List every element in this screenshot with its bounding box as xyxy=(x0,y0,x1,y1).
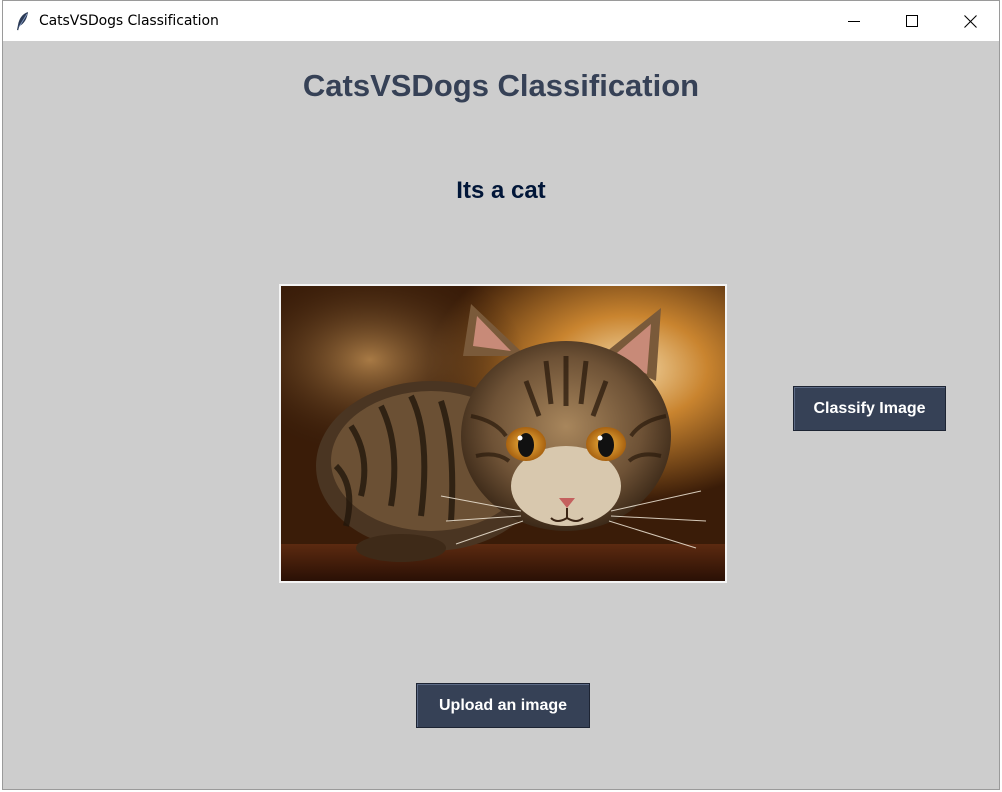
page-title: CatsVSDogs Classification xyxy=(302,68,700,103)
main-content: CatsVSDogs Classification Its a cat Clas… xyxy=(3,41,999,791)
classification-result: Its a cat xyxy=(456,177,546,204)
minimize-button[interactable] xyxy=(825,1,883,41)
maximize-icon xyxy=(906,15,918,27)
minimize-icon xyxy=(848,21,860,22)
window-controls xyxy=(825,1,999,41)
uploaded-image xyxy=(279,284,727,583)
window-title: CatsVSDogs Classification xyxy=(39,13,219,29)
cat-photo xyxy=(281,286,725,581)
title-bar[interactable]: CatsVSDogs Classification xyxy=(3,1,999,41)
close-button[interactable] xyxy=(941,1,999,41)
app-window: CatsVSDogs Classification CatsVSDogs Cla… xyxy=(2,0,1000,790)
classify-image-button[interactable]: Classify Image xyxy=(793,386,946,431)
close-icon xyxy=(963,14,977,28)
feather-icon xyxy=(17,12,28,31)
upload-image-button[interactable]: Upload an image xyxy=(416,683,590,728)
maximize-button[interactable] xyxy=(883,1,941,41)
